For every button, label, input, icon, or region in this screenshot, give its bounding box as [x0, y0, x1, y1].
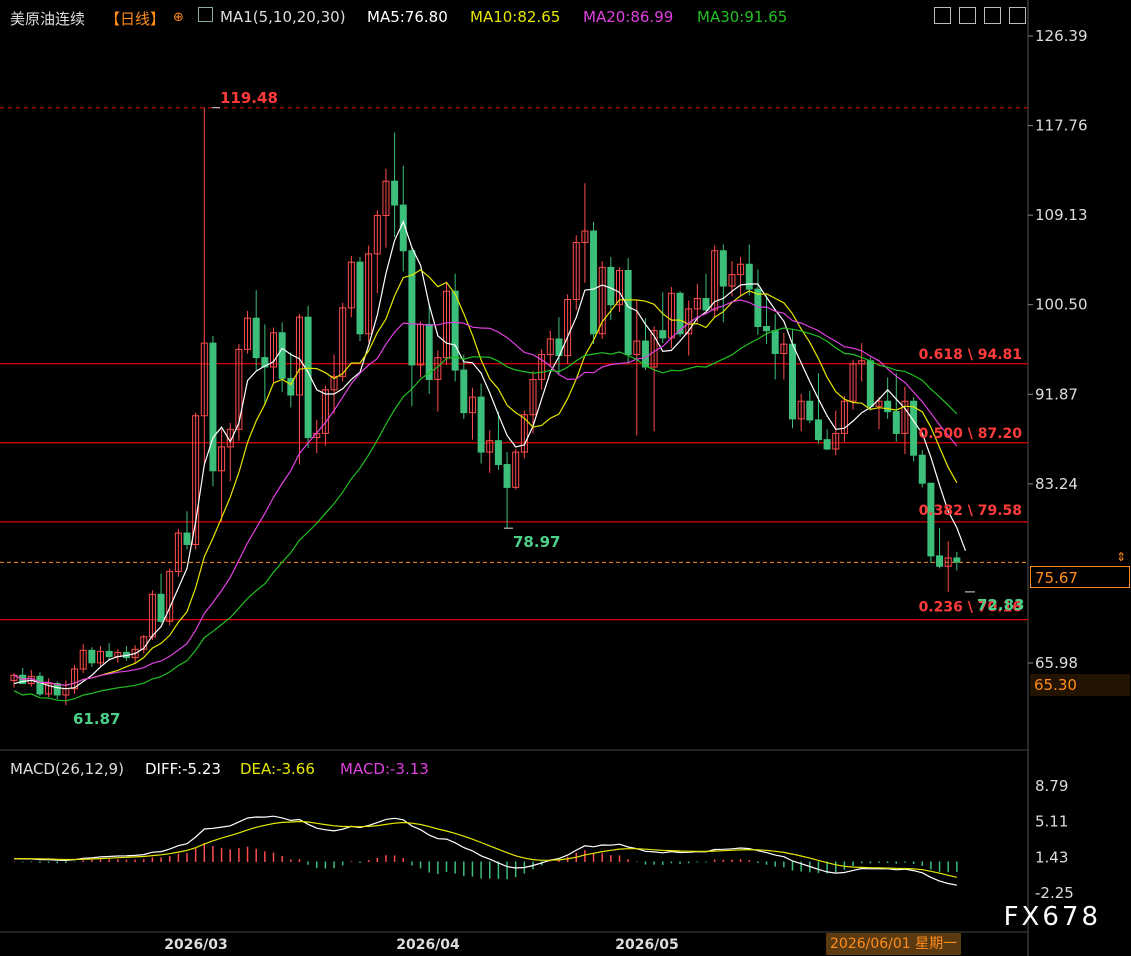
- candle-body: [927, 482, 935, 557]
- period-label[interactable]: 【日线】: [105, 8, 165, 29]
- cursor-date-label: 2026/06/01 星期一: [826, 933, 962, 955]
- candle-body: [719, 250, 727, 287]
- watermark: FX678: [1003, 902, 1101, 932]
- candle-body: [771, 330, 779, 354]
- x-tick-label: 2026/05: [615, 937, 679, 953]
- crosshair-icon[interactable]: [934, 7, 951, 24]
- window-exit-icon[interactable]: [1009, 7, 1026, 24]
- candle-body: [477, 396, 485, 453]
- macd-diff: DIFF:-5.23: [145, 760, 221, 778]
- low-price-box: 65.30: [1030, 674, 1130, 696]
- fib-label: 0.618 \ 94.81: [919, 347, 1022, 363]
- candle-body: [460, 369, 468, 414]
- candle-body: [590, 230, 598, 335]
- candle-body: [763, 326, 771, 332]
- current-price-box: 75.67: [1030, 566, 1130, 588]
- candle-body: [183, 532, 191, 545]
- high-label: 119.48: [220, 89, 278, 107]
- candle-body: [789, 343, 796, 420]
- candle-body: [641, 340, 649, 368]
- diff-line: [13, 815, 958, 886]
- candle-body: [391, 180, 399, 206]
- candle-body: [356, 261, 364, 335]
- y-tick-label: 109.13: [1035, 206, 1088, 224]
- y-tick-label: 91.87: [1035, 385, 1078, 403]
- candle-body: [745, 263, 753, 290]
- grid-layout-icon[interactable]: [959, 7, 976, 24]
- ma30-value: MA30:91.65: [697, 8, 788, 26]
- x-tick-label: 2026/04: [396, 937, 460, 953]
- indicator-chart-icon[interactable]: [198, 7, 213, 22]
- candle-body: [451, 290, 459, 371]
- macd-value: MACD:-3.13: [340, 760, 429, 778]
- recent-low-label: 72.83: [977, 596, 1024, 614]
- macd-y-tick-label: 5.11: [1035, 813, 1068, 831]
- macd-y-tick-label: 8.79: [1035, 777, 1068, 795]
- candle-body: [953, 557, 961, 563]
- candle-body: [892, 411, 900, 434]
- candle-body: [814, 419, 822, 441]
- candle-body: [884, 400, 892, 413]
- y-tick-label: 126.39: [1035, 27, 1088, 45]
- candle-body: [624, 269, 632, 356]
- y-tick-label: 65.98: [1035, 654, 1078, 672]
- candle-body: [503, 464, 511, 488]
- candle-body: [408, 250, 416, 366]
- candle-body: [866, 360, 874, 407]
- swing-low-label: 78.97: [513, 533, 560, 551]
- candles: [10, 107, 961, 706]
- macd-indicator-name: MACD(26,12,9): [10, 760, 124, 778]
- candle-body: [918, 454, 926, 484]
- candle-body: [88, 649, 96, 664]
- macd-y-tick-label: 1.43: [1035, 848, 1068, 866]
- candle-body: [910, 400, 918, 456]
- candle-body: [157, 593, 165, 622]
- candle-body: [659, 330, 667, 339]
- symbol-title: 美原油连续: [10, 10, 86, 28]
- chart-labels: 126.39 117.76 109.13 100.50 91.87 83.24 65.98 2…: [73, 27, 1088, 953]
- chart-window: { "header": { "symbol": "美原油连续", "period…: [0, 0, 1131, 956]
- ma5-value: MA5:76.80: [367, 8, 448, 26]
- price-marker-icon[interactable]: ⇕: [1116, 550, 1126, 564]
- y-tick-label: 117.76: [1035, 117, 1088, 135]
- candle-body: [823, 439, 831, 450]
- ma20-value: MA20:86.99: [583, 8, 674, 26]
- macd-dea: DEA:-3.66: [240, 760, 315, 778]
- candle-body: [702, 297, 710, 311]
- candlestick-chart: 126.39 117.76 109.13 100.50 91.87 83.24 65.98 2…: [0, 0, 1088, 956]
- candle-body: [494, 440, 502, 466]
- y-tick-label: 100.50: [1035, 296, 1088, 314]
- fib-label: 0.500 \ 87.20: [919, 426, 1023, 442]
- frame: [0, 0, 1029, 956]
- x-tick-label: 2026/03: [164, 937, 228, 953]
- candle-body: [36, 675, 44, 695]
- settings-gear-icon[interactable]: ⊕: [173, 10, 184, 25]
- candle-body: [252, 317, 260, 359]
- ma10-value: MA10:82.65: [470, 8, 561, 26]
- candle-body: [806, 400, 814, 421]
- macd-y-tick-label: -2.25: [1035, 884, 1074, 902]
- candle-body: [105, 650, 113, 658]
- fib-label: 0.382 \ 79.58: [919, 503, 1022, 519]
- draw-tool-icon[interactable]: [984, 7, 1001, 24]
- candle-body: [209, 342, 217, 472]
- macd-panel: [13, 815, 958, 886]
- candle-body: [278, 332, 286, 379]
- low-label: 61.87: [73, 710, 120, 728]
- candle-body: [607, 266, 615, 306]
- candle-body: [936, 555, 944, 567]
- y-tick-label: 83.24: [1035, 475, 1078, 493]
- indicator-name: MA1(5,10,20,30): [220, 8, 346, 26]
